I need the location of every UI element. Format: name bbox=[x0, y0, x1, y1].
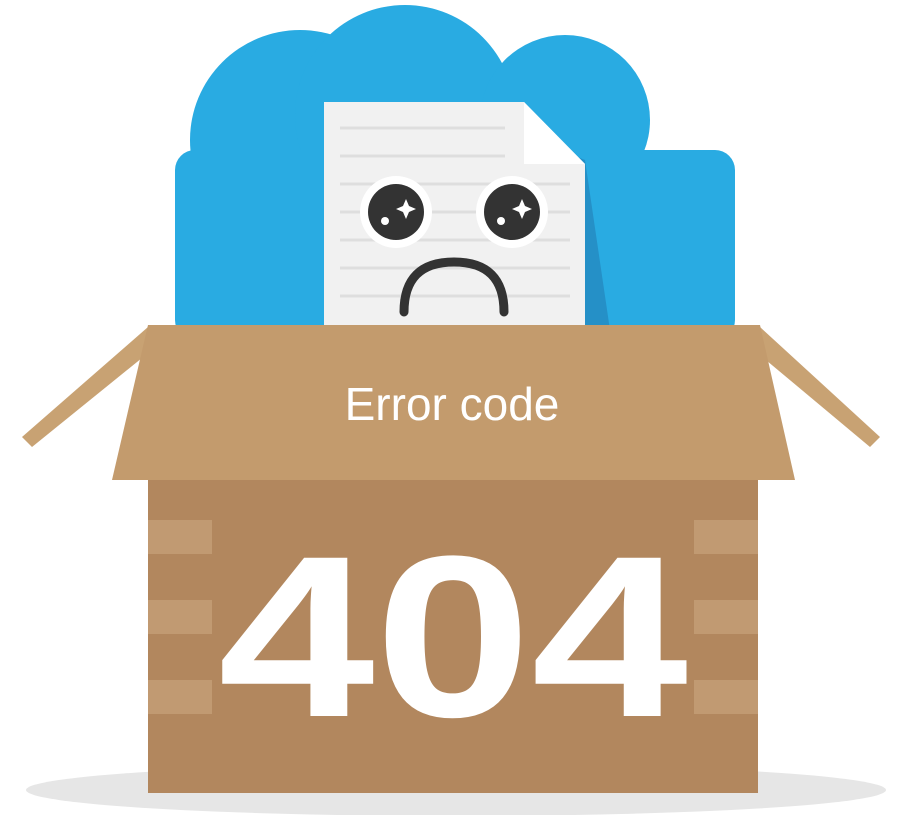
sad-document-icon bbox=[324, 102, 585, 335]
error-404-scene: Error code 404 bbox=[22, 5, 886, 815]
right-eye bbox=[476, 176, 548, 248]
error-number: 404 bbox=[218, 508, 688, 765]
error-404-illustration: Error code 404 bbox=[0, 0, 912, 815]
box-label: Error code bbox=[345, 378, 560, 430]
left-eye bbox=[360, 176, 432, 248]
